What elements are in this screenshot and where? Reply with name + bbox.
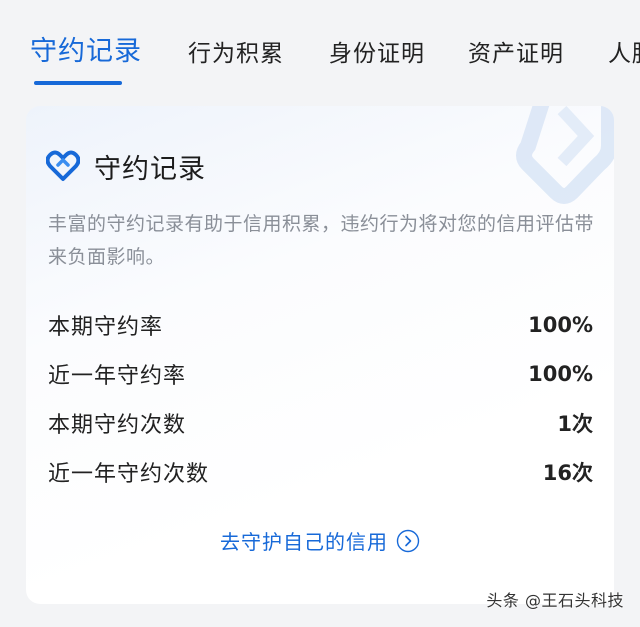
protect-credit-link[interactable]: 去守护自己的信用 <box>26 526 614 555</box>
chevron-right-circle-icon[interactable] <box>396 529 420 553</box>
stat-row: 近一年守约率 100% <box>48 349 593 398</box>
compliance-record-card: 守约记录 丰富的守约记录有助于信用积累，违约行为将对您的信用评估带来负面影响。 … <box>26 106 614 604</box>
tab-connections[interactable]: 人脉 <box>608 36 640 72</box>
stat-label: 本期守约率 <box>48 314 164 340</box>
active-tab-indicator <box>34 81 122 85</box>
stat-value: 16次 <box>542 460 593 485</box>
tab-compliance-record[interactable]: 守约记录 <box>30 34 142 70</box>
protect-credit-link-label[interactable]: 去守护自己的信用 <box>220 526 388 555</box>
source-watermark: 头条 @王石头科技 <box>486 591 624 610</box>
card-header: 守约记录 <box>46 148 206 185</box>
tab-bar: 守约记录 行为积累 身份证明 资产证明 人脉 <box>0 0 640 92</box>
heart-link-icon <box>46 150 80 181</box>
tab-asset-proof[interactable]: 资产证明 <box>468 36 564 72</box>
tab-identity-proof[interactable]: 身份证明 <box>329 36 425 72</box>
stats-list: 本期守约率 100% 近一年守约率 100% 本期守约次数 1次 近一年守约次数… <box>48 300 593 496</box>
card-watermark-icon <box>516 106 614 204</box>
tab-behavior-accumulation[interactable]: 行为积累 <box>188 36 284 72</box>
stat-row: 本期守约次数 1次 <box>48 398 593 447</box>
stat-value: 100% <box>528 312 593 337</box>
stat-row: 本期守约率 100% <box>48 300 593 349</box>
stat-label: 近一年守约次数 <box>48 461 210 487</box>
stat-label: 本期守约次数 <box>48 412 187 438</box>
card-title: 守约记录 <box>94 153 206 185</box>
stat-row: 近一年守约次数 16次 <box>48 447 593 496</box>
stat-value: 100% <box>528 361 593 386</box>
stat-value: 1次 <box>557 411 593 436</box>
card-description: 丰富的守约记录有助于信用积累，违约行为将对您的信用评估带来负面影响。 <box>48 213 595 268</box>
stat-label: 近一年守约率 <box>48 363 187 389</box>
